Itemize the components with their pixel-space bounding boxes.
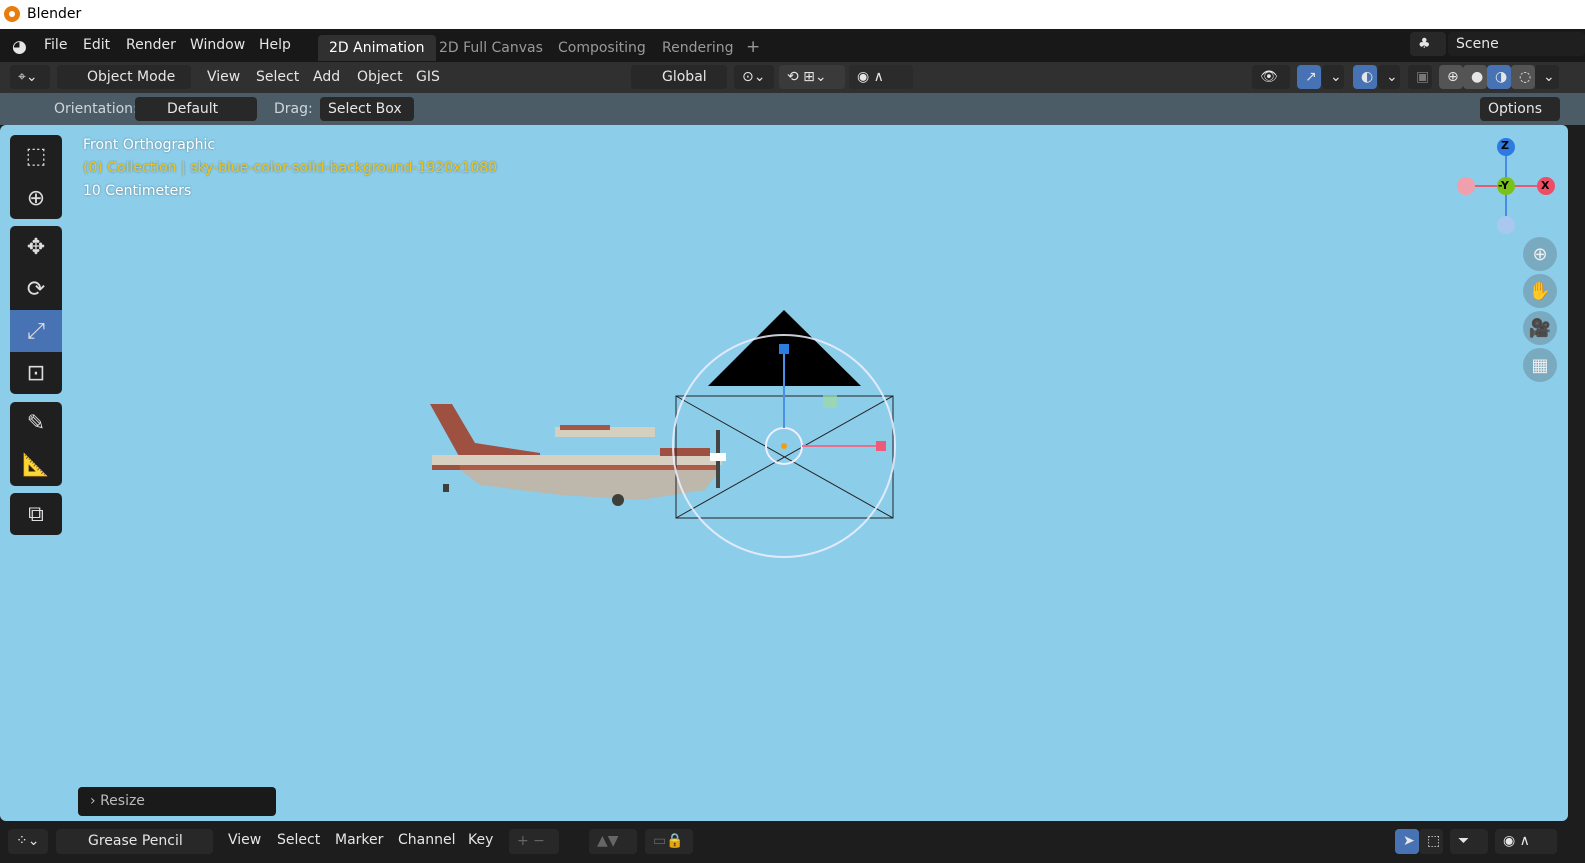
scene-name-field[interactable]: Scene: [1448, 32, 1585, 56]
gizmo-toggle-icon[interactable]: ↗: [1297, 65, 1321, 89]
add-workspace-button[interactable]: +: [735, 35, 771, 61]
orientation-dropdown[interactable]: Default: [135, 97, 257, 121]
rendered-shading-icon[interactable]: ◌: [1511, 65, 1535, 89]
menu-window[interactable]: Window: [190, 37, 245, 53]
menu-edit[interactable]: Edit: [83, 37, 110, 53]
shading-dropdown-icon[interactable]: ⌄: [1535, 65, 1559, 89]
timeline-menu-select[interactable]: Select: [277, 832, 320, 848]
gizmo-z-label: Z: [1501, 139, 1509, 152]
blender-logo-icon: [4, 6, 20, 22]
mode-dropdown[interactable]: Object Mode: [57, 65, 191, 89]
visibility-icon[interactable]: 👁: [1252, 65, 1290, 89]
add-remove-layer-icon[interactable]: + −: [509, 829, 559, 854]
drag-label: Drag:: [274, 101, 313, 117]
menu-object[interactable]: Object: [357, 69, 403, 85]
gizmo-x-label: X: [1541, 179, 1550, 192]
layer-lock-icon[interactable]: ▭🔒: [645, 829, 693, 854]
tab-compositing[interactable]: Compositing: [547, 35, 657, 61]
menu-file[interactable]: File: [44, 37, 67, 53]
blender-menu-icon[interactable]: ◕: [12, 37, 27, 57]
filter-icon[interactable]: ⏷: [1450, 829, 1488, 854]
menu-select[interactable]: Select: [256, 69, 299, 85]
orientation-label: Orientation:: [54, 101, 138, 117]
ortho-grid-icon[interactable]: ▦: [1523, 348, 1557, 382]
camera-view-icon[interactable]: 🎥: [1523, 311, 1557, 345]
menu-add[interactable]: Add: [313, 69, 340, 85]
proportional-edit-icon[interactable]: ◉ ∧: [849, 65, 913, 89]
tool-settings-bar: Orientation: Default Drag: Select Box Op…: [0, 93, 1585, 125]
timeline-header: ⁘⌄ Grease Pencil View Select Marker Chan…: [0, 821, 1585, 863]
last-operator-panel[interactable]: › Resize: [78, 787, 276, 816]
viewport-header: ⌖⌄ Object Mode View Select Add Object GI…: [0, 62, 1585, 93]
editor-type-icon[interactable]: ⁘⌄: [8, 829, 48, 854]
wireframe-shading-icon[interactable]: ⊕: [1439, 65, 1463, 89]
show-hidden-icon[interactable]: ⬚: [1419, 829, 1443, 854]
menu-gis[interactable]: GIS: [416, 69, 440, 85]
window-title: Blender: [27, 6, 82, 22]
timeline-menu-marker[interactable]: Marker: [335, 832, 383, 848]
drag-dropdown[interactable]: Select Box: [320, 97, 414, 121]
scale-gizmo[interactable]: [672, 334, 896, 558]
pan-hand-icon[interactable]: ✋: [1523, 274, 1557, 308]
menu-help[interactable]: Help: [259, 37, 291, 53]
editor-type-icon[interactable]: ⌖⌄: [10, 65, 50, 89]
timeline-menu-key[interactable]: Key: [468, 832, 493, 848]
window-titlebar: Blender: [0, 0, 1585, 29]
menu-render[interactable]: Render: [126, 37, 176, 53]
material-shading-icon[interactable]: ◑: [1487, 65, 1511, 89]
solid-shading-icon[interactable]: ●: [1463, 65, 1487, 89]
xray-icon[interactable]: ▣: [1408, 65, 1432, 89]
only-selected-icon[interactable]: ➤: [1395, 829, 1419, 854]
pivot-point-icon[interactable]: ⊙⌄: [734, 65, 774, 89]
snap-icon[interactable]: ⟲ ⊞⌄: [779, 65, 845, 89]
options-dropdown[interactable]: Options: [1480, 97, 1560, 121]
last-operator-label: Resize: [100, 793, 145, 809]
3d-viewport[interactable]: ⬚ ⊕ ✥ ⟳ ⤢ ⊡ ✎ 📐 ⧉ Front Orthographic (0)…: [0, 125, 1568, 821]
overlay-toggle-icon[interactable]: ◐: [1353, 65, 1377, 89]
scene-selector-icon[interactable]: ♣: [1410, 32, 1446, 56]
tab-rendering[interactable]: Rendering: [651, 35, 745, 61]
tab-2d-animation[interactable]: 2D Animation: [318, 35, 436, 61]
timeline-editor-dropdown[interactable]: Grease Pencil: [56, 829, 213, 854]
tab-2d-full-canvas[interactable]: 2D Full Canvas: [428, 35, 554, 61]
menu-view[interactable]: View: [207, 69, 240, 85]
chevron-right-icon: ›: [90, 793, 101, 809]
move-layer-icon[interactable]: ▲▼: [589, 829, 637, 854]
proportional-edit-icon[interactable]: ◉ ∧: [1495, 829, 1557, 854]
gizmo-y-label: -Y: [1498, 179, 1509, 192]
transform-orientation-dropdown[interactable]: Global: [631, 65, 727, 89]
zoom-icon[interactable]: ⊕: [1523, 237, 1557, 271]
scene-objects: [430, 138, 1555, 558]
overlay-dropdown-icon[interactable]: ⌄: [1378, 65, 1400, 89]
top-bar: ◕ File Edit Render Window Help 2D Animat…: [0, 29, 1585, 62]
timeline-menu-view[interactable]: View: [228, 832, 261, 848]
gizmo-dropdown-icon[interactable]: ⌄: [1322, 65, 1344, 89]
timeline-menu-channel[interactable]: Channel: [398, 832, 455, 848]
